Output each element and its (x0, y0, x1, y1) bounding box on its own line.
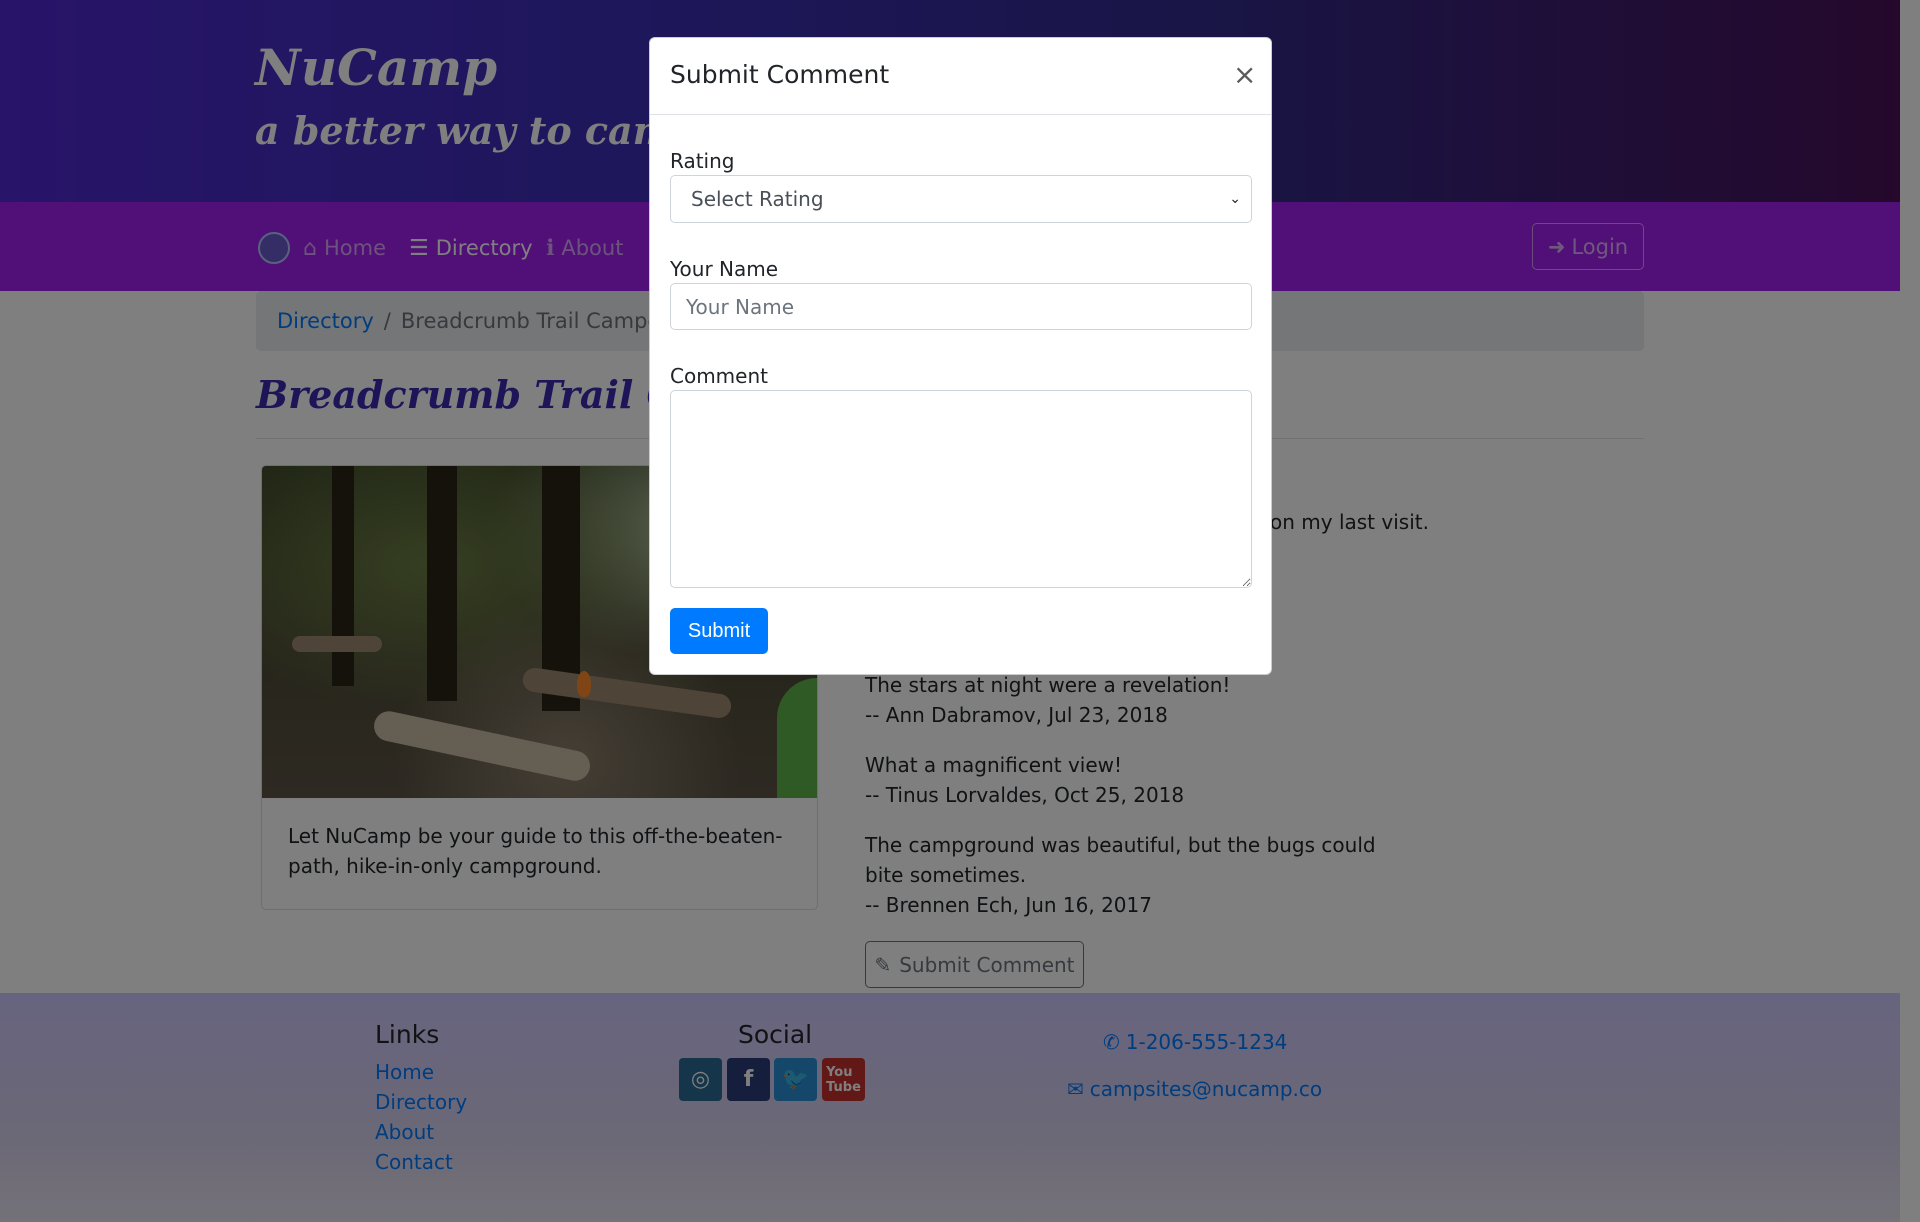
name-label: Your Name (670, 257, 779, 281)
comment-textarea[interactable] (670, 390, 1252, 588)
modal-title: Submit Comment (670, 60, 890, 89)
rating-select[interactable]: Select Rating ⌄ (670, 175, 1252, 223)
submit-comment-modal: Submit Comment × Rating Select Rating ⌄ … (649, 37, 1272, 675)
rating-label: Rating (670, 149, 735, 173)
submit-button[interactable]: Submit (670, 608, 768, 654)
modal-header: Submit Comment × (650, 38, 1271, 115)
close-icon[interactable]: × (1233, 58, 1256, 91)
rating-select-value: Select Rating (691, 187, 824, 211)
comment-label: Comment (670, 364, 768, 388)
name-input[interactable] (670, 283, 1252, 330)
chevron-down-icon: ⌄ (1229, 191, 1241, 207)
